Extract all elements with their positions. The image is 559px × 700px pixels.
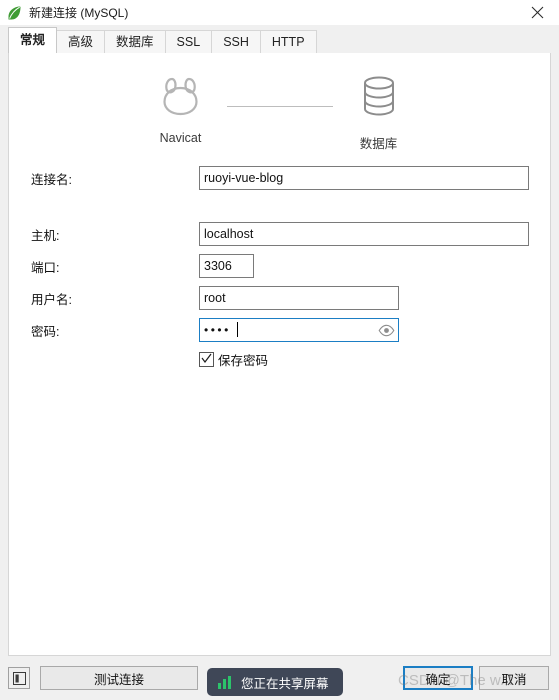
database-node: 数据库 [333, 75, 425, 152]
panel-toggle-icon[interactable] [8, 667, 30, 689]
database-node-label: 数据库 [359, 137, 398, 151]
username-label: 用户名: [31, 292, 72, 307]
eye-icon[interactable] [377, 321, 395, 339]
host-label: 主机: [31, 228, 60, 243]
connection-name-input[interactable] [199, 166, 529, 190]
tab-databases[interactable]: 数据库 [104, 30, 166, 53]
field-row-connection-name: 连接名: [31, 166, 550, 190]
save-password-label: 保存密码 [218, 354, 269, 368]
connection-line [226, 106, 333, 107]
connection-name-label: 连接名: [31, 172, 72, 187]
save-password-checkbox[interactable] [199, 352, 214, 367]
navicat-logo-icon [159, 75, 203, 122]
navicat-node-label: Navicat [159, 131, 202, 145]
tab-ssl[interactable]: SSL [164, 30, 213, 53]
screen-share-text: 您正在共享屏幕 [241, 676, 329, 691]
cancel-button[interactable]: 取消 [479, 666, 549, 690]
signal-bars-icon [218, 675, 231, 689]
text-caret [237, 322, 238, 337]
connection-diagram: Navicat 数据库 [9, 53, 550, 152]
ok-button[interactable]: 确定 [403, 666, 473, 690]
tab-bar: 常规 高级 数据库 SSL SSH HTTP [0, 25, 559, 53]
save-password-row[interactable]: 保存密码 [199, 350, 550, 369]
tab-general[interactable]: 常规 [8, 27, 58, 53]
tab-ssh[interactable]: SSH [211, 30, 261, 53]
field-row-port: 端口: [31, 254, 550, 278]
test-connection-button[interactable]: 测试连接 [40, 666, 198, 690]
close-icon[interactable] [515, 0, 559, 25]
database-cylinder-icon [359, 75, 399, 124]
port-label: 端口: [31, 260, 60, 275]
field-row-host: 主机: [31, 222, 550, 246]
username-input[interactable] [199, 286, 399, 310]
password-field-wrapper: •••• [199, 318, 399, 342]
password-label: 密码: [31, 324, 60, 339]
port-input[interactable] [199, 254, 254, 278]
new-connection-dialog: 新建连接 (MySQL) 常规 高级 数据库 SSL SSH HTTP Navi… [0, 0, 559, 700]
title-bar: 新建连接 (MySQL) [0, 0, 559, 25]
host-input[interactable] [199, 222, 529, 246]
general-tab-panel: Navicat 数据库 连接名: ruoyi-vue-blog 主机: loca… [8, 52, 551, 656]
connection-form: 连接名: 主机: 端口: 用户名: 密码: •••• [9, 152, 550, 369]
window-title: 新建连接 (MySQL) [29, 6, 129, 20]
screen-share-indicator[interactable]: 您正在共享屏幕 [207, 668, 343, 696]
password-input[interactable] [199, 318, 399, 342]
tab-advanced[interactable]: 高级 [56, 30, 106, 53]
tab-http[interactable]: HTTP [259, 30, 317, 53]
field-row-username: 用户名: [31, 286, 550, 310]
footer-action-buttons: 确定 取消 [403, 666, 549, 690]
navicat-leaf-icon [6, 4, 22, 21]
navicat-node: Navicat [135, 75, 227, 145]
field-row-password: 密码: •••• [31, 318, 550, 342]
